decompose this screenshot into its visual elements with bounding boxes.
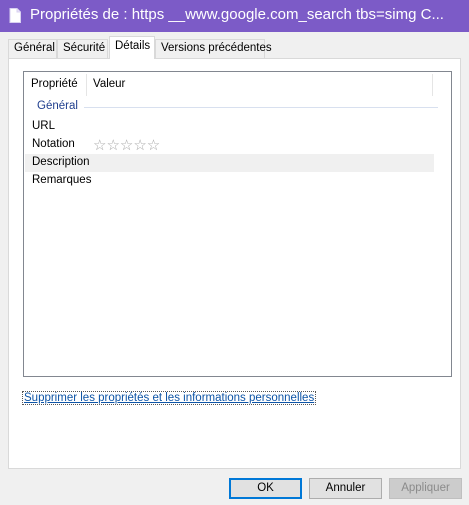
group-divider [84, 107, 438, 108]
property-label: Description [32, 156, 90, 168]
properties-dialog: Propriétés de : https __www.google.com_s… [0, 0, 469, 505]
ok-button[interactable]: OK [229, 478, 302, 499]
property-label: Notation [32, 138, 75, 150]
tab-details[interactable]: Détails [109, 36, 155, 59]
property-row-description[interactable]: Description [25, 154, 434, 172]
details-panel: Propriété Valeur Général URL Notation ☆☆… [8, 58, 461, 469]
window-title: Propriétés de : https __www.google.com_s… [30, 6, 444, 23]
group-header-general[interactable]: Général [37, 100, 78, 112]
column-separator[interactable] [432, 74, 433, 96]
document-icon [9, 8, 21, 23]
cancel-button[interactable]: Annuler [309, 478, 382, 499]
column-header-value[interactable]: Valeur [86, 72, 432, 98]
apply-button[interactable]: Appliquer [389, 478, 462, 499]
remove-properties-link[interactable]: Supprimer les propriétés et les informat… [22, 391, 317, 405]
properties-list[interactable]: Propriété Valeur Général URL Notation ☆☆… [23, 71, 452, 377]
property-row-rating[interactable]: Notation ☆☆☆☆☆ [25, 136, 434, 154]
property-row-url[interactable]: URL [25, 118, 434, 136]
tab-previous-versions[interactable]: Versions précédentes [155, 39, 272, 58]
tab-general[interactable]: Général [8, 39, 57, 58]
title-bar[interactable]: Propriétés de : https __www.google.com_s… [0, 0, 469, 32]
tab-security[interactable]: Sécurité [57, 39, 108, 58]
property-row-remarks[interactable]: Remarques [25, 172, 434, 190]
property-label: URL [32, 120, 56, 132]
column-header-property[interactable]: Propriété [24, 72, 86, 98]
star-icon[interactable]: ☆☆☆☆☆ [93, 136, 160, 154]
property-label: Remarques [32, 174, 92, 186]
